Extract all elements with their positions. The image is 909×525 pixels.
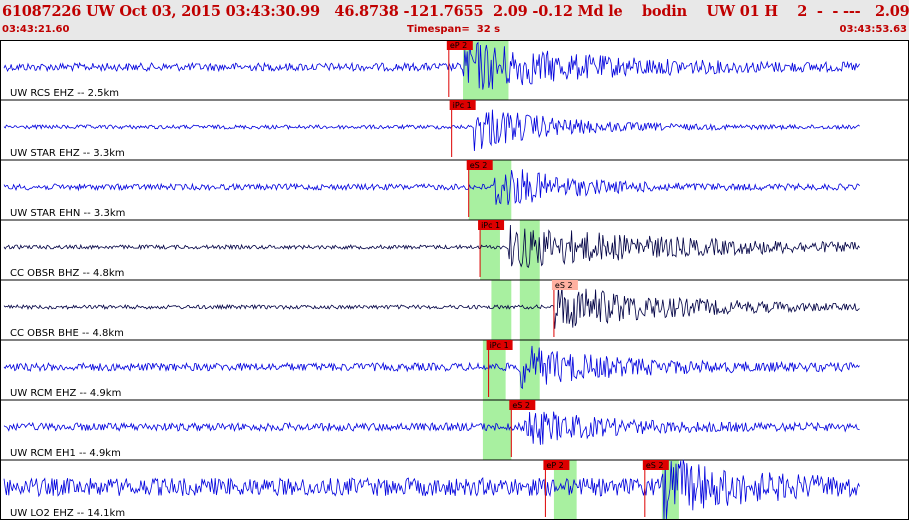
channel-trace-row: iPc 1 UW STAR EHZ -- 3.3km xyxy=(0,99,909,159)
timespan-label: Timespan= 32 s xyxy=(407,24,501,35)
waveform xyxy=(3,411,860,445)
channel-label: UW STAR EHN -- 3.3km xyxy=(10,208,125,219)
channel-label: CC OBSR BHZ -- 4.8km xyxy=(10,268,124,279)
channel-label: UW STAR EHZ -- 3.3km xyxy=(10,148,125,159)
pick-window xyxy=(491,280,512,340)
seismogram-panel[interactable]: eP 2 UW RCS EHZ -- 2.5km iPc 1 UW STAR EHZ … xyxy=(0,39,909,521)
event-header: 61087226 UW Oct 03, 2015 03:43:30.99 46.… xyxy=(0,0,909,40)
pick-label: iPc 1 xyxy=(481,221,500,230)
event-summary-title: 61087226 UW Oct 03, 2015 03:43:30.99 46.… xyxy=(2,3,909,20)
channel-label: UW RCS EHZ -- 2.5km xyxy=(10,88,119,99)
channel-trace-row: iPc 1 CC OBSR BHZ -- 4.8km xyxy=(0,219,909,279)
pick-label: eS 2 xyxy=(646,461,664,470)
pick-label: eP 2 xyxy=(450,41,467,50)
channel-trace-row: eS 2 UW RCM EH1 -- 4.9km xyxy=(0,399,909,459)
waveform xyxy=(3,224,860,268)
pick-label: iPc 1 xyxy=(453,101,472,110)
channel-trace-row: eP 2 UW RCS EHZ -- 2.5km xyxy=(3,39,860,99)
waveform xyxy=(3,285,860,329)
channel-trace-row: eS 2 CC OBSR BHE -- 4.8km xyxy=(0,279,909,339)
waveform xyxy=(3,39,860,90)
channel-label: UW RCM EHZ -- 4.9km xyxy=(10,388,121,399)
waveform xyxy=(3,345,860,390)
channel-trace-row: eS 2 UW STAR EHN -- 3.3km xyxy=(0,159,909,219)
channel-label: UW RCM EH1 -- 4.9km xyxy=(10,448,121,459)
pick-window xyxy=(519,280,540,340)
channel-label: UW LO2 EHZ -- 14.1km xyxy=(10,508,125,519)
channel-trace-row: iPc 1 UW RCM EHZ -- 4.9km xyxy=(0,339,909,399)
pick-label: iPc 1 xyxy=(490,341,509,350)
channel-label: CC OBSR BHE -- 4.8km xyxy=(10,328,124,339)
channel-trace-row: eP 2 eS 2 UW LO2 EHZ -- 14.1km xyxy=(0,459,909,521)
pick-label: eS 2 xyxy=(470,161,488,170)
waveform xyxy=(3,169,860,205)
start-time-label: 03:43:21.60 xyxy=(2,24,70,35)
end-time-label: 03:43:53.63 xyxy=(839,24,907,35)
waveform xyxy=(3,459,860,521)
pick-label: eS 2 xyxy=(512,401,530,410)
waveform xyxy=(3,109,860,152)
pick-label: eS 2 xyxy=(555,281,573,290)
pick-label: eP 2 xyxy=(546,461,563,470)
